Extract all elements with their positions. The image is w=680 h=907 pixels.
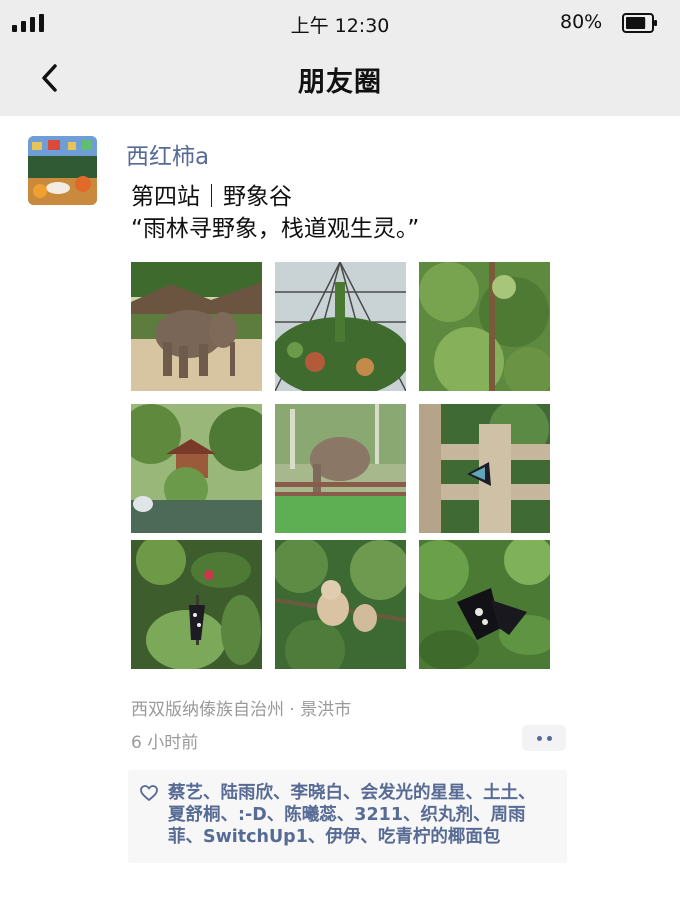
post-text: 第四站｜野象谷 “雨林寻野象，栈道观生灵。”: [131, 181, 419, 245]
heart-icon: [140, 785, 158, 801]
likes-line: 菲、SwitchUp1、伊伊、吃青柠的椰面包: [168, 827, 501, 847]
jungle-pavilion-photo[interactable]: [131, 404, 262, 533]
status-bar: 上午 12:30 80%: [0, 0, 680, 46]
photo-grid: [131, 262, 550, 683]
more-dots-icon: [536, 735, 542, 741]
butterfly-on-leaf-photo[interactable]: [131, 540, 262, 669]
post-text-line: 第四站｜野象谷: [131, 184, 292, 210]
more-dots-icon: [546, 735, 552, 741]
battery-icon: [622, 13, 657, 33]
likes-line: 蔡艺、陆雨欣、李晓白、会发光的星星、土土、: [168, 783, 536, 803]
likes-list[interactable]: 蔡艺、陆雨欣、李晓白、会发光的星星、土土、 夏舒桐、:-D、陈曦蕊、3211、织…: [168, 782, 563, 848]
nav-bar: 朋友圈: [0, 46, 680, 116]
elephant-fence-photo[interactable]: [275, 404, 406, 533]
black-butterfly-photo[interactable]: [419, 540, 550, 669]
page-title: 朋友圈: [298, 67, 382, 98]
battery-percent: 80%: [560, 11, 603, 33]
likes-line: 夏舒桐、:-D、陈曦蕊、3211、织丸剂、周雨: [168, 805, 526, 825]
post-text-line: “雨林寻野象，栈道观生灵。”: [131, 216, 420, 242]
greenhouse-photo[interactable]: [275, 262, 406, 391]
elephant-photo[interactable]: [131, 262, 262, 391]
top-bar: 上午 12:30 80% 朋友圈: [0, 0, 680, 116]
forest-foliage-photo[interactable]: [419, 262, 550, 391]
post-time: 6 小时前: [131, 733, 199, 753]
post-location[interactable]: 西双版纳傣族自治州 · 景洪市: [131, 695, 351, 720]
post-username[interactable]: 西红柿a: [126, 137, 209, 171]
more-actions-button[interactable]: [522, 725, 566, 751]
butterfly-on-railing-photo[interactable]: [419, 404, 550, 533]
likes-panel: 蔡艺、陆雨欣、李晓白、会发光的星星、土土、 夏舒桐、:-D、陈曦蕊、3211、织…: [128, 770, 567, 863]
gibbon-photo[interactable]: [275, 540, 406, 669]
avatar[interactable]: [28, 136, 97, 205]
